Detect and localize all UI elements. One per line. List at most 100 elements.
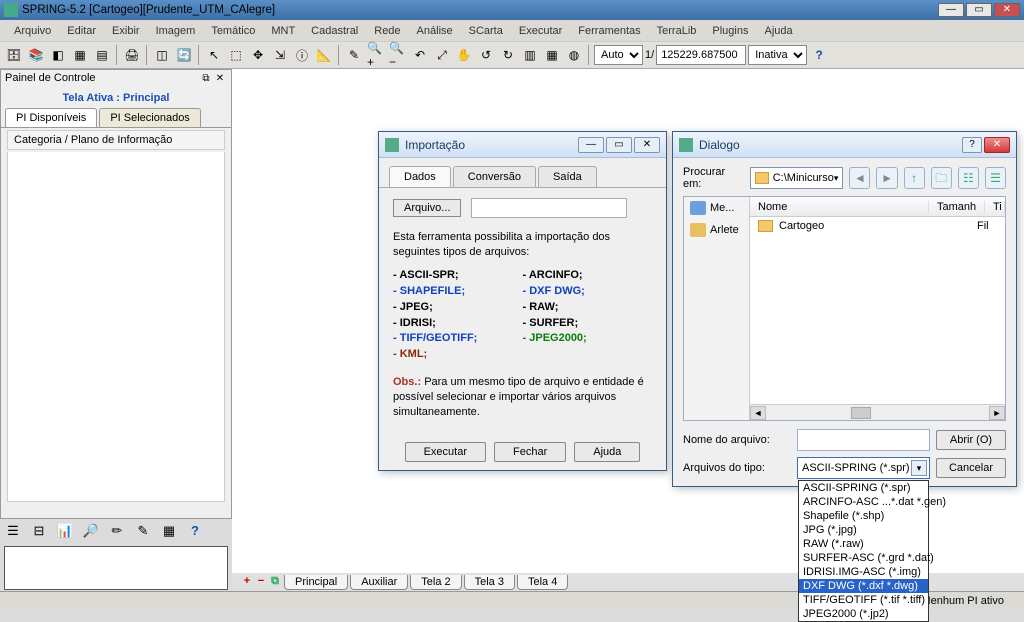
tool-measure-icon[interactable]: 📐 (314, 45, 334, 65)
filetype-option[interactable]: IDRISI.IMG-ASC (*.img) (799, 565, 928, 579)
tool-split-icon[interactable]: ▥ (520, 45, 540, 65)
menu-mnt[interactable]: MNT (263, 22, 303, 40)
nav-fwd-button[interactable]: ► (876, 167, 897, 189)
tool-zoomprev-icon[interactable]: ↶ (410, 45, 430, 65)
filetype-option[interactable]: SURFER-ASC (*.grd *.dat) (799, 551, 928, 565)
menu-executar[interactable]: Executar (511, 22, 570, 40)
tool-3d-icon[interactable]: ◍ (564, 45, 584, 65)
tool-info-icon[interactable]: ⓘ (292, 45, 312, 65)
tool-help-icon[interactable]: ? (809, 45, 829, 65)
menu-arquivo[interactable]: Arquivo (6, 22, 59, 40)
import-max-button[interactable]: ▭ (606, 137, 632, 153)
tab-add-button[interactable]: + (240, 575, 254, 589)
tool-zoomin-icon[interactable]: 🔍+ (366, 45, 386, 65)
filetype-option[interactable]: DXF DWG (*.dxf *.dwg) (799, 579, 928, 593)
close-button[interactable]: ✕ (994, 3, 1020, 17)
place-user[interactable]: Arlete (684, 219, 749, 241)
tool-props-icon[interactable]: ▤ (92, 45, 112, 65)
look-in-combo[interactable]: C:\Minicurso ▾ (750, 167, 844, 189)
menu-imagem[interactable]: Imagem (148, 22, 204, 40)
file-list[interactable]: Nome Tamanh Ti Cartogeo Fil ◄► (750, 197, 1005, 420)
tool-link-icon[interactable]: ⇲ (270, 45, 290, 65)
panel-tool-help-icon[interactable]: ? (186, 523, 204, 541)
import-exec-button[interactable]: Executar (405, 442, 486, 462)
minimize-button[interactable]: — (938, 3, 964, 17)
overview-panel[interactable] (4, 546, 228, 590)
tab-pi-disponiveis[interactable]: PI Disponíveis (5, 108, 97, 127)
import-arquivo-button[interactable]: Arquivo... (393, 199, 461, 217)
tab-tela2[interactable]: Tela 2 (410, 575, 461, 590)
filetype-option[interactable]: RAW (*.raw) (799, 537, 928, 551)
filename-input[interactable] (797, 429, 930, 451)
menu-ferramentas[interactable]: Ferramentas (570, 22, 648, 40)
scale-mode-select[interactable]: Auto (594, 45, 643, 65)
nav-listview-button[interactable]: ☷ (958, 167, 979, 189)
cancel-button[interactable]: Cancelar (936, 458, 1006, 478)
import-arquivo-field[interactable] (471, 198, 627, 218)
menu-editar[interactable]: Editar (59, 22, 104, 40)
import-close2-button[interactable]: Fechar (494, 442, 566, 462)
tool-panel-icon[interactable]: ◫ (152, 45, 172, 65)
tool-redo-icon[interactable]: ↻ (498, 45, 518, 65)
panel-tool-chart-icon[interactable]: 📊 (56, 523, 74, 541)
import-tab-saida[interactable]: Saída (538, 166, 597, 187)
panel-tool-draw-icon[interactable]: ✎ (134, 523, 152, 541)
panel-tool-list-icon[interactable]: ☰ (4, 523, 22, 541)
tool-zoomout-icon[interactable]: 🔍− (388, 45, 408, 65)
menu-tematico[interactable]: Temático (203, 22, 263, 40)
filetype-option[interactable]: JPG (*.jpg) (799, 523, 928, 537)
tab-principal[interactable]: Principal (284, 575, 348, 590)
open-button[interactable]: Abrir (O) (936, 430, 1006, 450)
nav-back-button[interactable]: ◄ (849, 167, 870, 189)
panel-pin-button[interactable]: ⧉ (199, 73, 213, 84)
tool-model-icon[interactable]: ◧ (48, 45, 68, 65)
file-hscroll[interactable]: ◄► (750, 404, 1005, 420)
panel-tool-edit-icon[interactable]: ✏ (108, 523, 126, 541)
filetype-combo[interactable]: ASCII-SPRING (*.spr) ▾ ASCII-SPRING (*.s… (797, 457, 930, 479)
menu-plugins[interactable]: Plugins (704, 22, 756, 40)
tool-pointer-icon[interactable]: ↖ (204, 45, 224, 65)
menu-exibir[interactable]: Exibir (104, 22, 148, 40)
menu-terralib[interactable]: TerraLib (649, 22, 705, 40)
filetype-option[interactable]: JPEG2000 (*.jp2) (799, 607, 928, 621)
tool-undo-icon[interactable]: ↺ (476, 45, 496, 65)
tool-refresh-icon[interactable]: 🔄 (174, 45, 194, 65)
tool-grid2-icon[interactable]: ▦ (542, 45, 562, 65)
nav-newfolder-button[interactable]: 🗀 (931, 167, 952, 189)
menu-analise[interactable]: Análise (409, 22, 461, 40)
panel-tool-query-icon[interactable]: 🔎 (82, 523, 100, 541)
filetype-option[interactable]: TIFF/GEOTIFF (*.tif *.tiff) (799, 593, 928, 607)
tool-layers-icon[interactable]: 📚 (26, 45, 46, 65)
import-close-button[interactable]: ✕ (634, 137, 660, 153)
filetype-option[interactable]: ASCII-SPRING (*.spr) (799, 481, 928, 495)
menu-ajuda[interactable]: Ajuda (756, 22, 800, 40)
menu-scarta[interactable]: SCarta (461, 22, 511, 40)
tab-pi-selecionados[interactable]: PI Selecionados (99, 108, 201, 127)
tab-tela3[interactable]: Tela 3 (464, 575, 515, 590)
place-computer[interactable]: Me... (684, 197, 749, 219)
tool-pan-icon[interactable]: ✋ (454, 45, 474, 65)
import-min-button[interactable]: — (578, 137, 604, 153)
panel-tool-tree-icon[interactable]: ⊟ (30, 523, 48, 541)
tool-zoomfull-icon[interactable]: ⤢ (432, 45, 452, 65)
tool-db-icon[interactable]: 🗄 (4, 45, 24, 65)
tool-grid-icon[interactable]: ▦ (70, 45, 90, 65)
filetype-option[interactable]: ARCINFO-ASC ...*.dat *.gen) (799, 495, 928, 509)
filetype-option[interactable]: Shapefile (*.shp) (799, 509, 928, 523)
tab-auxiliar[interactable]: Auxiliar (350, 575, 408, 590)
nav-detailview-button[interactable]: ☰ (985, 167, 1006, 189)
menu-rede[interactable]: Rede (366, 22, 408, 40)
tab-remove-button[interactable]: − (254, 575, 268, 589)
dialog-close-button[interactable]: ✕ (984, 137, 1010, 153)
import-tab-dados[interactable]: Dados (389, 166, 451, 187)
tool-select-icon[interactable]: ⬚ (226, 45, 246, 65)
import-help-button[interactable]: Ajuda (574, 442, 640, 462)
import-tab-conversao[interactable]: Conversão (453, 166, 536, 187)
tool-move-icon[interactable]: ✥ (248, 45, 268, 65)
scale-value-input[interactable] (656, 45, 746, 65)
nav-up-button[interactable]: ↑ (904, 167, 925, 189)
chevron-down-icon[interactable]: ▾ (911, 460, 927, 476)
tab-tela4[interactable]: Tela 4 (517, 575, 568, 590)
tool-draw-icon[interactable]: ✎ (344, 45, 364, 65)
menu-cadastral[interactable]: Cadastral (303, 22, 366, 40)
